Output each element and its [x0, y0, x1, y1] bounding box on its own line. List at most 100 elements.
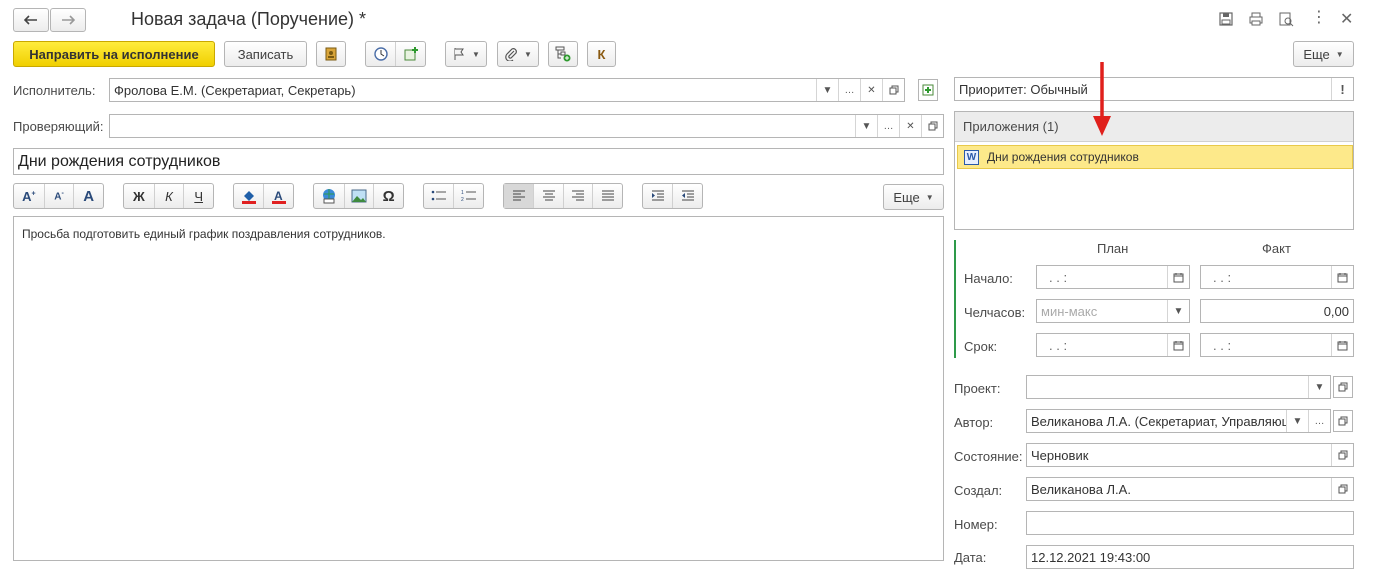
due-fact-date[interactable]: . . : [1200, 333, 1354, 357]
created-field[interactable]: Великанова Л.А. [1026, 477, 1354, 501]
print-icon[interactable] [1248, 11, 1264, 27]
underline-button[interactable]: Ч [183, 184, 213, 208]
increase-font-button[interactable]: A+ [14, 184, 44, 208]
add-executor-button[interactable] [918, 79, 938, 101]
editor-more-button[interactable]: Еще ▼ [883, 184, 944, 210]
font-increase-icon: A+ [22, 188, 36, 204]
font-icon: A [83, 187, 95, 205]
start-plan-date[interactable]: . . : [1036, 265, 1190, 289]
dropdown-icon[interactable]: ▼ [816, 79, 838, 101]
dropdown-icon[interactable]: ▼ [1308, 376, 1330, 398]
date-field[interactable]: 12.12.2021 19:43:00 [1026, 545, 1354, 569]
more-button[interactable]: Еще ▼ [1293, 41, 1354, 67]
plan-header: План [1097, 241, 1129, 256]
calendar-icon[interactable] [1167, 334, 1189, 356]
state-value: Черновик [1031, 447, 1089, 463]
hours-plan-field[interactable]: мин-макс ▼ [1036, 299, 1190, 323]
window-title: Новая задача (Поручение) * [131, 9, 367, 29]
svg-text:2: 2 [461, 197, 464, 203]
structure-button[interactable] [548, 41, 578, 67]
author-field[interactable]: Великанова Л.А. (Секретариат, Управляющ … [1026, 409, 1331, 433]
project-open-button[interactable] [1333, 376, 1353, 398]
select-ellipsis-icon[interactable]: … [838, 79, 860, 101]
list-group: 12 [423, 183, 484, 209]
clear-icon[interactable]: ✕ [899, 115, 921, 137]
clock-button[interactable] [366, 42, 395, 66]
font-size-group: A+ A- A [13, 183, 104, 209]
due-plan-date[interactable]: . . : [1036, 333, 1190, 357]
subject-input[interactable]: Дни рождения сотрудников [13, 148, 944, 175]
flag-dropdown-button[interactable]: ▼ [445, 41, 487, 67]
align-right-button[interactable] [562, 184, 593, 208]
italic-button[interactable]: К [153, 184, 184, 208]
priority-field[interactable]: Приоритет: Обычный ! [954, 77, 1354, 101]
indent-decrease-icon [681, 190, 694, 201]
open-icon [1338, 382, 1348, 392]
insert-image-button[interactable] [343, 184, 374, 208]
reviewer-field[interactable]: ▼ … ✕ [109, 114, 944, 138]
dropdown-icon[interactable]: ▼ [1167, 300, 1189, 322]
save-button[interactable]: Записать [224, 41, 307, 67]
open-icon[interactable] [1331, 444, 1353, 466]
submit-for-execution-button[interactable]: Направить на исполнение [13, 41, 215, 67]
address-book-button[interactable] [316, 41, 346, 67]
text-color-button[interactable]: A [263, 184, 293, 208]
due-plan-value: . . : [1049, 337, 1068, 353]
executor-field[interactable]: Фролова Е.М. (Секретариат, Секретарь) ▼ … [109, 78, 905, 102]
open-icon[interactable] [882, 79, 904, 101]
bullet-list-icon [431, 190, 446, 201]
align-justify-icon [601, 190, 614, 201]
bold-button[interactable]: Ж [124, 184, 154, 208]
attach-dropdown-button[interactable]: ▼ [497, 41, 539, 67]
select-ellipsis-icon[interactable]: … [877, 115, 899, 137]
preview-icon[interactable] [1278, 11, 1294, 27]
open-icon[interactable] [1331, 478, 1353, 500]
more-menu-icon[interactable]: ⋮ [1311, 10, 1327, 26]
start-fact-date[interactable]: . . : [1200, 265, 1354, 289]
author-label: Автор: [954, 415, 994, 430]
indent-decrease-button[interactable] [672, 184, 702, 208]
priority-value: Приоритет: Обычный [959, 81, 1088, 97]
insert-link-button[interactable] [314, 184, 344, 208]
date-value: 12.12.2021 19:43:00 [1031, 549, 1151, 565]
paperclip-icon [505, 48, 517, 61]
close-icon[interactable]: ✕ [1340, 9, 1353, 29]
add-subtask-button[interactable] [395, 42, 425, 66]
open-icon[interactable] [921, 115, 943, 137]
hours-plan-placeholder: мин-макс [1041, 303, 1098, 319]
numbered-list-button[interactable]: 12 [453, 184, 483, 208]
k-button[interactable]: К [587, 41, 616, 67]
number-label: Номер: [954, 517, 998, 532]
calendar-icon[interactable] [1331, 334, 1353, 356]
decrease-font-button[interactable]: A- [43, 184, 74, 208]
insert-symbol-button[interactable]: Ω [373, 184, 403, 208]
attachments-title: Приложения (1) [963, 119, 1059, 134]
executor-label: Исполнитель: [13, 83, 96, 98]
calendar-icon[interactable] [1331, 266, 1353, 288]
align-center-icon [542, 190, 555, 201]
number-field[interactable] [1026, 511, 1354, 535]
font-style-button[interactable]: A [73, 184, 103, 208]
clear-icon[interactable]: ✕ [860, 79, 882, 101]
dropdown-icon[interactable]: ▼ [855, 115, 877, 137]
fill-color-button[interactable] [234, 184, 263, 208]
task-body-editor[interactable]: Просьба подготовить единый график поздра… [13, 216, 944, 561]
state-field[interactable]: Черновик [1026, 443, 1354, 467]
select-ellipsis-icon[interactable]: … [1308, 410, 1330, 432]
align-justify-button[interactable] [592, 184, 622, 208]
align-center-button[interactable] [533, 184, 563, 208]
author-open-button[interactable] [1333, 410, 1353, 432]
bullet-list-button[interactable] [424, 184, 453, 208]
project-field[interactable]: ▼ [1026, 375, 1331, 399]
indent-increase-button[interactable] [643, 184, 672, 208]
attachment-row[interactable]: W Дни рождения сотрудников [957, 145, 1353, 169]
align-left-button[interactable] [504, 184, 534, 208]
back-button[interactable] [13, 8, 49, 32]
schedule-accent-bar [954, 240, 956, 358]
save-icon[interactable] [1218, 11, 1234, 27]
forward-button[interactable] [50, 8, 86, 32]
hours-fact-field[interactable]: 0,00 [1200, 299, 1354, 323]
numbered-list-icon: 12 [461, 190, 476, 203]
calendar-icon[interactable] [1167, 266, 1189, 288]
dropdown-icon[interactable]: ▼ [1286, 410, 1308, 432]
